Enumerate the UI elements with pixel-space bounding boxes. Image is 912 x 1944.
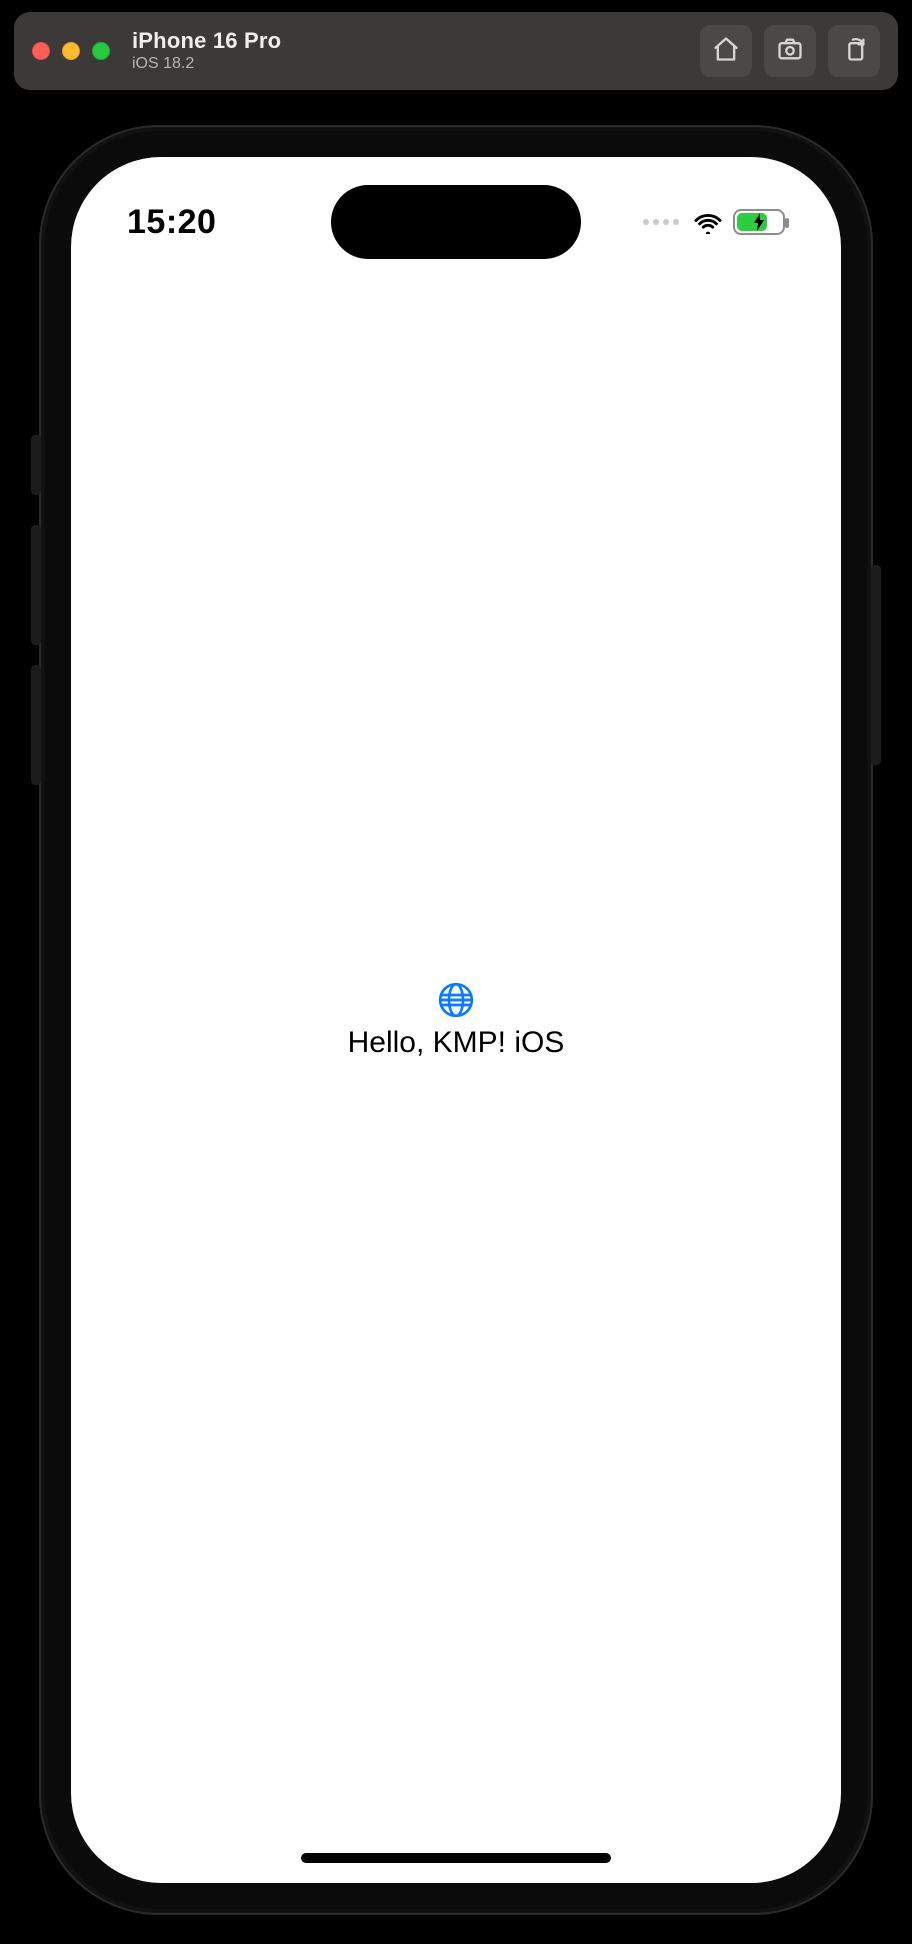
minimize-window-button[interactable]: [62, 42, 80, 60]
simulator-stage: 15:20: [0, 100, 912, 1944]
zoom-window-button[interactable]: [92, 42, 110, 60]
rotate-device-icon: [840, 35, 868, 68]
camera-icon: [776, 35, 804, 68]
device-silent-switch: [31, 435, 41, 495]
window-traffic-lights: [32, 42, 110, 60]
app-content: Hello, KMP! iOS: [71, 157, 841, 1883]
simulator-rotate-button[interactable]: [828, 25, 880, 77]
home-indicator[interactable]: [301, 1853, 611, 1863]
simulator-title-group: iPhone 16 Pro iOS 18.2: [132, 29, 281, 73]
device-screen[interactable]: 15:20: [71, 157, 841, 1883]
simulator-os-version: iOS 18.2: [132, 55, 281, 73]
home-icon: [712, 35, 740, 68]
simulator-title-bar: iPhone 16 Pro iOS 18.2: [14, 12, 898, 90]
simulator-action-buttons: [700, 25, 880, 77]
device-side-button: [871, 565, 881, 765]
close-window-button[interactable]: [32, 42, 50, 60]
device-volume-up: [31, 525, 41, 645]
globe-icon: [436, 980, 476, 1020]
device-chassis: 15:20: [39, 125, 873, 1915]
simulator-device-name: iPhone 16 Pro: [132, 29, 281, 53]
greeting-label: Hello, KMP! iOS: [348, 1026, 565, 1060]
simulator-screenshot-button[interactable]: [764, 25, 816, 77]
device-volume-down: [31, 665, 41, 785]
simulator-home-button[interactable]: [700, 25, 752, 77]
device-bezel: 15:20: [45, 131, 867, 1909]
